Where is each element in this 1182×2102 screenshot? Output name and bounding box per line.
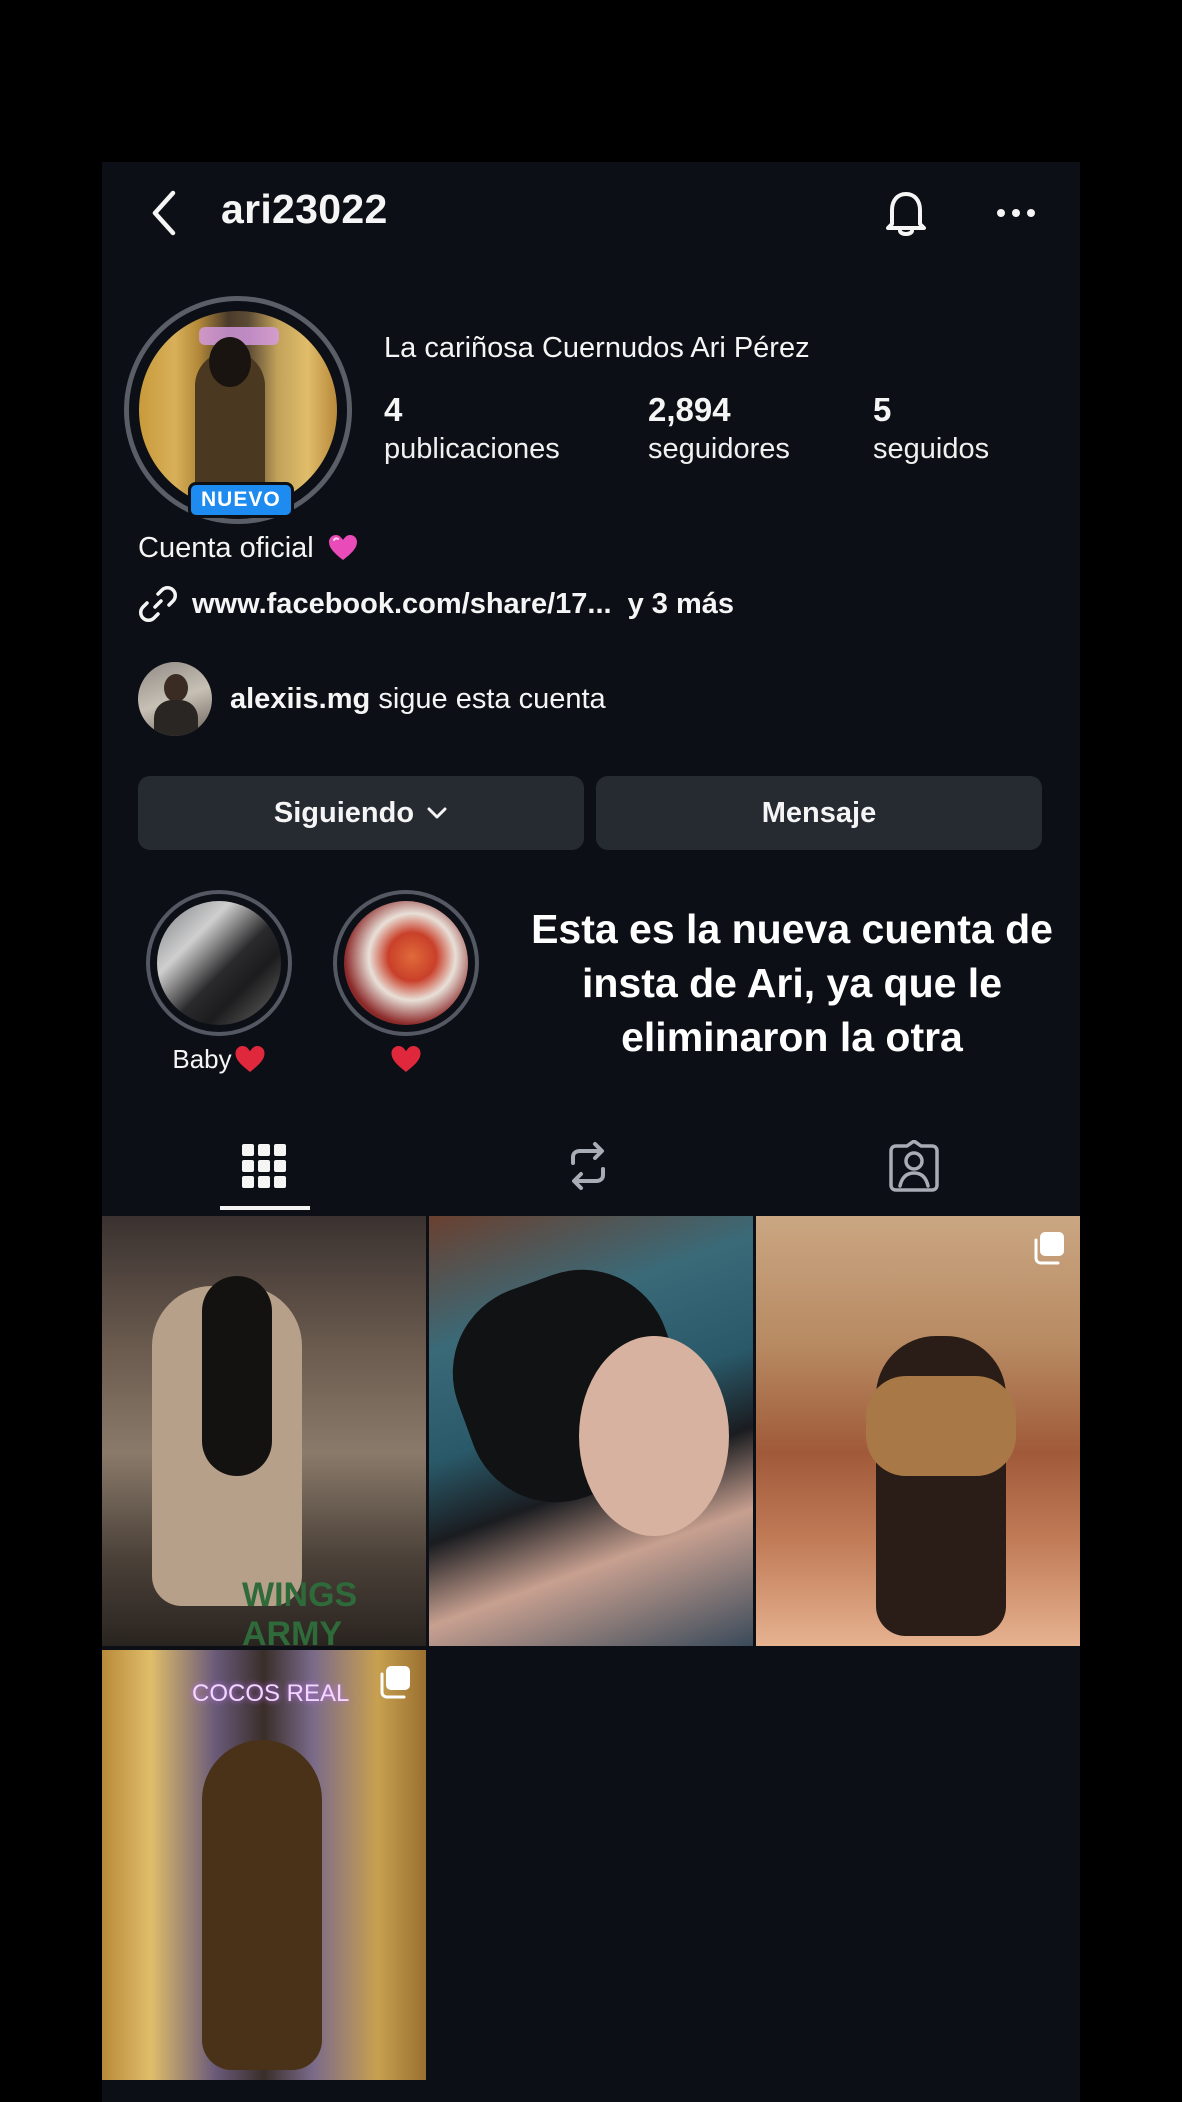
chevron-left-icon — [152, 190, 176, 236]
tagged-person-icon — [889, 1140, 939, 1192]
following-button[interactable]: Siguiendo — [138, 776, 584, 850]
grid-icon — [242, 1144, 286, 1188]
highlight-cover — [157, 901, 281, 1025]
message-button-label: Mensaje — [761, 796, 877, 829]
followers-count: 2,894 — [648, 391, 731, 428]
post-thumbnail[interactable] — [756, 1216, 1080, 1646]
highlight-label: Baby — [144, 1044, 294, 1075]
followed-by-text: alexiis.mg sigue esta cuenta — [230, 683, 606, 716]
post-thumbnail[interactable] — [429, 1216, 753, 1646]
profile-screen: ari23022 NUEVO La cariñosa Cuernudos Ari… — [102, 162, 1080, 2102]
carousel-icon — [380, 1666, 410, 1699]
follower-username: alexiis.mg — [230, 682, 371, 715]
tab-posts[interactable] — [214, 1124, 314, 1208]
link-url: www.facebook.com/share/17... — [192, 587, 612, 620]
bell-icon — [886, 192, 926, 236]
post-thumbnail[interactable]: COCOS REAL — [102, 1650, 426, 2080]
followers-label: seguidores — [648, 433, 790, 465]
chevron-down-icon — [427, 807, 447, 819]
tab-tagged[interactable] — [864, 1124, 964, 1208]
highlight-label — [331, 1044, 481, 1075]
display-name: La cariñosa Cuernudos Ari Pérez — [384, 332, 810, 364]
avatar-image — [139, 311, 337, 509]
highlight-ring — [333, 890, 479, 1036]
highlight-heart[interactable] — [331, 890, 481, 1075]
posts-count: 4 — [384, 391, 403, 428]
following-label: seguidos — [873, 433, 990, 465]
highlight-cover — [344, 901, 468, 1025]
notifications-button[interactable] — [876, 182, 936, 242]
more-options-button[interactable] — [986, 188, 1046, 238]
following-count: 5 — [873, 391, 892, 428]
more-horizontal-icon — [997, 209, 1035, 217]
bio-link[interactable]: www.facebook.com/share/17... y 3 más — [138, 582, 734, 626]
followed-by-row[interactable]: alexiis.mg sigue esta cuenta — [138, 662, 606, 736]
profile-username: ari23022 — [221, 186, 388, 232]
top-bar: ari23022 — [102, 162, 1080, 262]
overlay-caption: Esta es la nueva cuenta de insta de Ari,… — [531, 906, 1053, 1060]
repost-icon — [571, 1142, 605, 1190]
post-sign-text: WINGS ARMY — [242, 1576, 358, 1646]
post-thumbnail[interactable]: WINGS ARMY — [102, 1216, 426, 1646]
new-badge: NUEVO — [188, 482, 294, 518]
message-button[interactable]: Mensaje — [596, 776, 1042, 850]
red-heart-icon — [235, 1046, 265, 1072]
link-icon — [138, 584, 178, 624]
post-neon-text: COCOS REAL — [192, 1680, 350, 1707]
highlight-baby[interactable]: Baby — [144, 890, 294, 1075]
pink-heart-icon — [328, 535, 357, 560]
active-tab-indicator — [220, 1206, 310, 1210]
bio-text: Cuenta oficial — [138, 532, 314, 564]
tab-reposts[interactable] — [538, 1124, 638, 1208]
stat-posts: 4 publicaciones — [384, 390, 560, 468]
bio: Cuenta oficial — [138, 532, 358, 565]
stat-followers[interactable]: 2,894 seguidores — [648, 390, 790, 468]
posts-label: publicaciones — [384, 433, 560, 465]
stat-following[interactable]: 5 seguidos — [873, 390, 989, 468]
following-button-label: Siguiendo — [273, 796, 415, 829]
back-button[interactable] — [142, 188, 186, 238]
follower-avatar — [138, 662, 212, 736]
carousel-icon — [1034, 1232, 1064, 1265]
red-heart-icon — [391, 1046, 421, 1072]
followed-by-suffix: sigue esta cuenta — [378, 682, 606, 715]
link-more: y 3 más — [627, 587, 735, 620]
highlight-ring — [146, 890, 292, 1036]
